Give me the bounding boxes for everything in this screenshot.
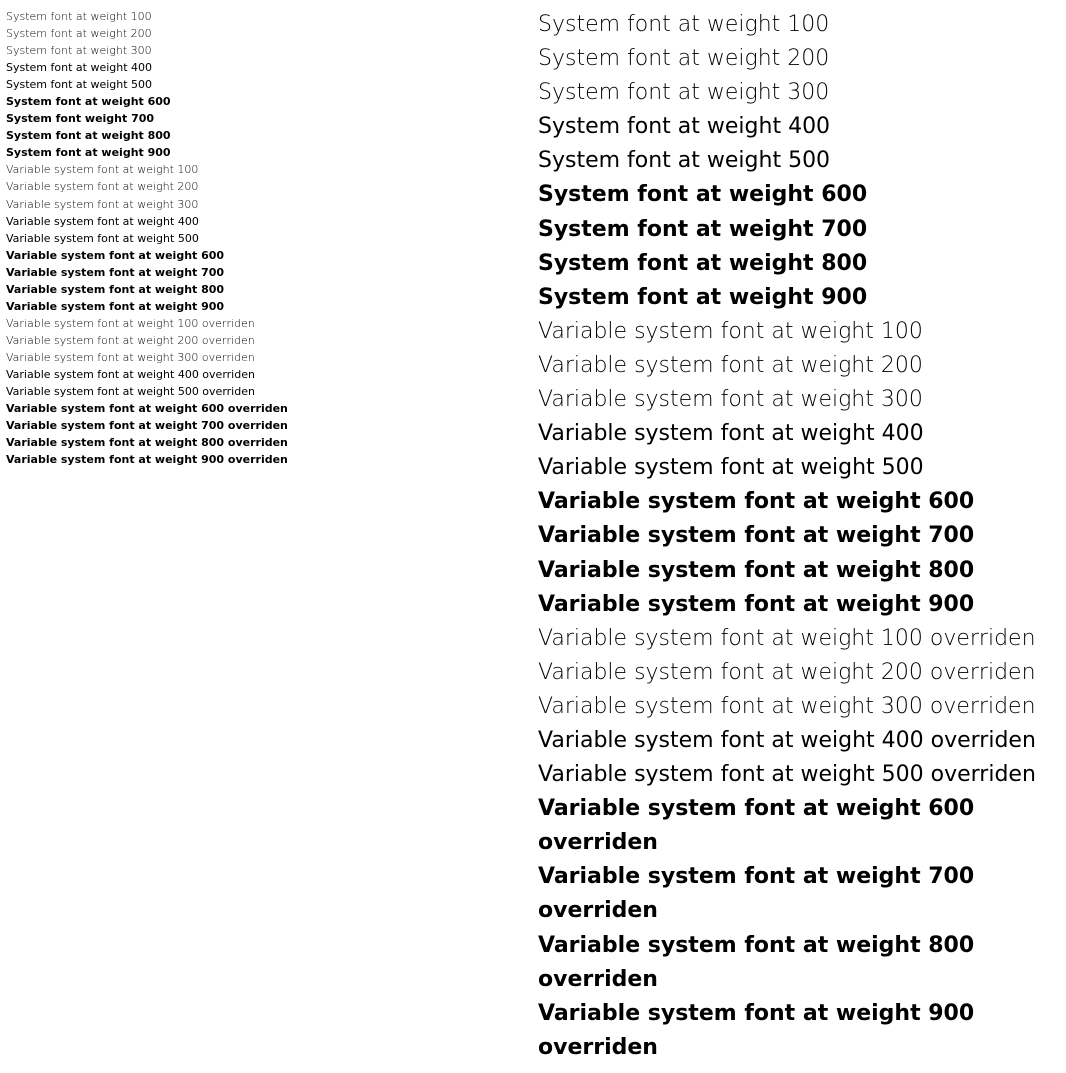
right-text-entry-1: System font at weight 200: [538, 42, 1060, 76]
right-text-entry-12: Variable system font at weight 400: [538, 417, 1060, 451]
left-text-entry-18: Variable system font at weight 100 overr…: [6, 315, 528, 332]
right-text-entry-24: Variable system font at weight 700 overr…: [538, 860, 1060, 928]
right-text-entry-6: System font at weight 700: [538, 213, 1060, 247]
right-text-entry-21: Variable system font at weight 400 overr…: [538, 724, 1060, 758]
right-text-entry-13: Variable system font at weight 500: [538, 451, 1060, 485]
right-text-entry-0: System font at weight 100: [538, 8, 1060, 42]
main-container: System font at weight 100System font at …: [0, 0, 1066, 1073]
left-text-entry-7: System font at weight 800: [6, 127, 528, 144]
left-text-entry-5: System font at weight 600: [6, 93, 528, 110]
left-text-entry-16: Variable system font at weight 800: [6, 281, 528, 298]
left-column: System font at weight 100System font at …: [6, 8, 528, 1065]
right-text-entry-7: System font at weight 800: [538, 247, 1060, 281]
left-text-entry-26: Variable system font at weight 900 overr…: [6, 451, 528, 468]
right-text-entry-22: Variable system font at weight 500 overr…: [538, 758, 1060, 792]
left-text-entry-25: Variable system font at weight 800 overr…: [6, 434, 528, 451]
left-text-entry-1: System font at weight 200: [6, 25, 528, 42]
right-text-entry-26: Variable system font at weight 900 overr…: [538, 997, 1060, 1065]
right-text-entry-8: System font at weight 900: [538, 281, 1060, 315]
right-text-entry-5: System font at weight 600: [538, 178, 1060, 212]
left-text-entry-2: System font at weight 300: [6, 42, 528, 59]
right-column: System font at weight 100System font at …: [528, 8, 1060, 1065]
right-text-entry-18: Variable system font at weight 100 overr…: [538, 622, 1060, 656]
left-text-entry-14: Variable system font at weight 600: [6, 247, 528, 264]
right-text-entry-20: Variable system font at weight 300 overr…: [538, 690, 1060, 724]
left-text-entry-21: Variable system font at weight 400 overr…: [6, 366, 528, 383]
left-text-entry-24: Variable system font at weight 700 overr…: [6, 417, 528, 434]
left-text-entry-3: System font at weight 400: [6, 59, 528, 76]
left-text-entry-0: System font at weight 100: [6, 8, 528, 25]
right-text-entry-15: Variable system font at weight 700: [538, 519, 1060, 553]
right-text-entry-3: System font at weight 400: [538, 110, 1060, 144]
right-text-entry-16: Variable system font at weight 800: [538, 554, 1060, 588]
left-text-entry-4: System font at weight 500: [6, 76, 528, 93]
left-text-entry-11: Variable system font at weight 300: [6, 196, 528, 213]
left-text-entry-22: Variable system font at weight 500 overr…: [6, 383, 528, 400]
right-text-entry-2: System font at weight 300: [538, 76, 1060, 110]
left-text-entry-20: Variable system font at weight 300 overr…: [6, 349, 528, 366]
left-text-entry-13: Variable system font at weight 500: [6, 230, 528, 247]
right-text-entry-10: Variable system font at weight 200: [538, 349, 1060, 383]
right-text-entry-25: Variable system font at weight 800 overr…: [538, 929, 1060, 997]
right-text-entry-9: Variable system font at weight 100: [538, 315, 1060, 349]
left-text-entry-6: System font weight 700: [6, 110, 528, 127]
left-text-entry-12: Variable system font at weight 400: [6, 213, 528, 230]
left-text-entry-9: Variable system font at weight 100: [6, 161, 528, 178]
right-text-entry-11: Variable system font at weight 300: [538, 383, 1060, 417]
left-text-entry-19: Variable system font at weight 200 overr…: [6, 332, 528, 349]
left-text-entry-10: Variable system font at weight 200: [6, 178, 528, 195]
right-text-entry-4: System font at weight 500: [538, 144, 1060, 178]
right-text-entry-14: Variable system font at weight 600: [538, 485, 1060, 519]
right-text-entry-17: Variable system font at weight 900: [538, 588, 1060, 622]
left-text-entry-8: System font at weight 900: [6, 144, 528, 161]
left-text-entry-15: Variable system font at weight 700: [6, 264, 528, 281]
left-text-entry-17: Variable system font at weight 900: [6, 298, 528, 315]
left-text-entry-23: Variable system font at weight 600 overr…: [6, 400, 528, 417]
right-text-entry-19: Variable system font at weight 200 overr…: [538, 656, 1060, 690]
right-text-entry-23: Variable system font at weight 600 overr…: [538, 792, 1060, 860]
